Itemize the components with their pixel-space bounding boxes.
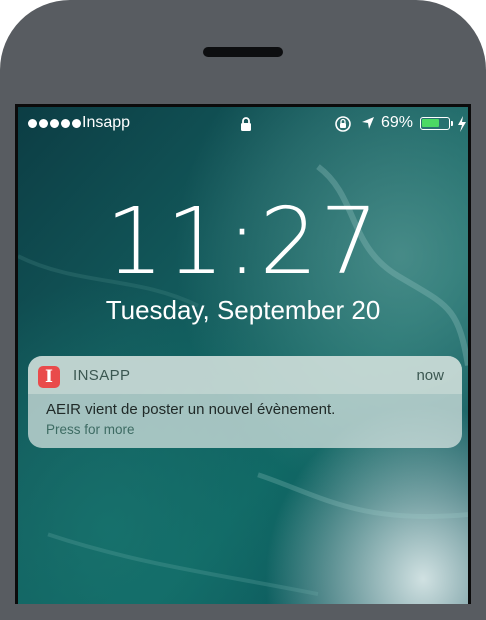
battery-icon: [420, 117, 450, 130]
carrier-name: Insapp: [82, 114, 131, 131]
device: Insapp 69% 11:27 Tuesday, September 20 I…: [0, 0, 486, 620]
lock-screen-time: 11:27: [105, 188, 381, 295]
notification-banner[interactable]: I INSAPP now AEIR vient de poster un nou…: [28, 356, 462, 448]
location-arrow-icon: [362, 117, 374, 129]
battery-tip: [451, 121, 453, 126]
notification-hint: Press for more: [46, 422, 135, 437]
lock-icon: [241, 117, 251, 131]
notification-time: now: [416, 367, 444, 384]
notification-app-name: INSAPP: [73, 367, 131, 384]
notification-message: AEIR vient de poster un nouvel évènement…: [46, 401, 336, 418]
notification-header: I INSAPP now: [28, 356, 462, 394]
rotation-lock-icon: [335, 116, 351, 132]
lock-screen: Insapp 69% 11:27 Tuesday, September 20 I…: [15, 104, 471, 604]
status-bar: Insapp 69%: [18, 107, 468, 141]
charging-bolt-icon: [458, 116, 466, 132]
lock-screen-date: Tuesday, September 20: [105, 295, 381, 325]
earpiece-speaker: [203, 47, 283, 57]
battery-level-fill: [422, 119, 440, 127]
insapp-app-icon: I: [38, 366, 60, 388]
battery-percentage: 69%: [381, 114, 414, 131]
signal-dots: [28, 119, 81, 128]
